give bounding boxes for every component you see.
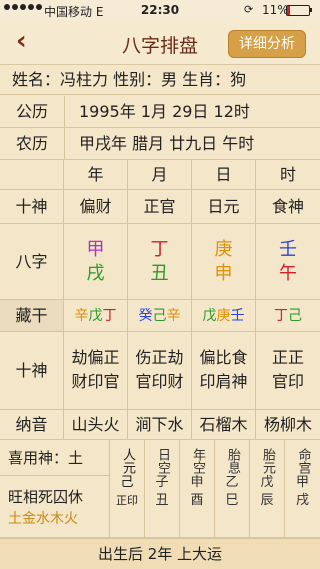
- extra-section: 喜用神：土 旺相死囚休 土金水木火 人元 己 正印 日空 子 丑 年空 申 酉 …: [0, 440, 320, 538]
- solar-row: 公历 1995年 1月 29日 12时: [0, 96, 320, 128]
- shishen-hour: 食神: [256, 190, 320, 224]
- detail-analysis-button[interactable]: 详细分析: [228, 30, 306, 58]
- col-month: 月: [128, 160, 192, 190]
- dayun-footer: 出生后 2年 上大运: [0, 538, 320, 569]
- canggan-month: 癸己辛: [128, 300, 192, 332]
- canggan-day: 戊庚壬: [192, 300, 256, 332]
- rotation-lock-icon: ⟳: [244, 3, 254, 16]
- bazi-gan-hour: 壬: [279, 239, 297, 260]
- bazi-month: 丁 丑: [128, 224, 192, 300]
- shishen-label: 十神: [0, 190, 64, 224]
- nayin-month: 涧下水: [128, 410, 192, 440]
- wangxiang-box: 旺相死囚休 土金水木火: [0, 476, 110, 538]
- taiyuan-cell: 胎元 戊 辰: [250, 440, 285, 538]
- solar-label: 公历: [0, 96, 65, 127]
- col-year: 年: [64, 160, 128, 190]
- shishen2-month: 伤正劫 官印财: [128, 332, 192, 410]
- canggan-label: 藏干: [0, 300, 64, 332]
- rikong-cell: 日空 子 丑: [145, 440, 180, 538]
- bazi-gan-year: 甲: [86, 239, 105, 260]
- shishen2-label: 十神: [0, 332, 64, 410]
- renyuan-cell: 人元 己 正印: [110, 440, 145, 538]
- bazi-zhi-day: 申: [214, 263, 233, 284]
- bazi-gan-day: 庚: [214, 239, 233, 260]
- shishen-year: 偏财: [64, 190, 128, 224]
- status-bar: 中国移动 E 22:30 ⟳ 11%: [0, 0, 320, 20]
- nayin-label: 纳音: [0, 410, 64, 440]
- shishen-month: 正官: [128, 190, 192, 224]
- bazi-year: 甲 戌: [64, 224, 128, 300]
- bazi-gan-month: 丁: [150, 239, 169, 260]
- bazi-hour: 壬 午: [256, 224, 320, 300]
- bazi-label: 八字: [0, 224, 64, 300]
- col-hour: 时: [256, 160, 320, 190]
- lunar-value: 甲戌年 腊月 廿九日 午时: [79, 134, 255, 153]
- xiyong-label: 喜用神：土: [0, 440, 110, 476]
- nayin-hour: 杨柳木: [256, 410, 320, 440]
- shishen2-year: 劫偏正 财印官: [64, 332, 128, 410]
- bazi-zhi-year: 戌: [86, 263, 105, 284]
- shishen2-day: 偏比食 印肩神: [192, 332, 256, 410]
- lunar-row: 农历 甲戌年 腊月 廿九日 午时: [0, 128, 320, 160]
- shishen2-hour: 正正 官印: [256, 332, 320, 410]
- bazi-day: 庚 申: [192, 224, 256, 300]
- minggong-cell: 命宫 甲 戌: [285, 440, 320, 538]
- nav-bar: ‹ 八字排盘 详细分析: [0, 20, 320, 65]
- solar-value: 1995年 1月 29日 12时: [79, 102, 250, 121]
- wangxiang-values: 土金水木火: [8, 511, 78, 527]
- canggan-year: 辛戊丁: [64, 300, 128, 332]
- canggan-hour: 丁己: [256, 300, 320, 332]
- nayin-year: 山头火: [64, 410, 128, 440]
- lunar-label: 农历: [0, 128, 65, 159]
- taixi-cell: 胎息 乙 巳: [215, 440, 250, 538]
- niankong-cell: 年空 申 酉: [180, 440, 215, 538]
- nayin-day: 石榴木: [192, 410, 256, 440]
- bazi-zhi-month: 丑: [150, 263, 169, 284]
- wangxiang-label: 旺相死囚休: [8, 488, 84, 506]
- battery-icon: [286, 5, 310, 16]
- battery-percent: 11%: [262, 3, 289, 17]
- person-info: 姓名：冯柱力 性别：男 生肖：狗: [0, 65, 320, 95]
- shishen-day: 日元: [192, 190, 256, 224]
- bazi-zhi-hour: 午: [279, 263, 297, 284]
- col-day: 日: [192, 160, 256, 190]
